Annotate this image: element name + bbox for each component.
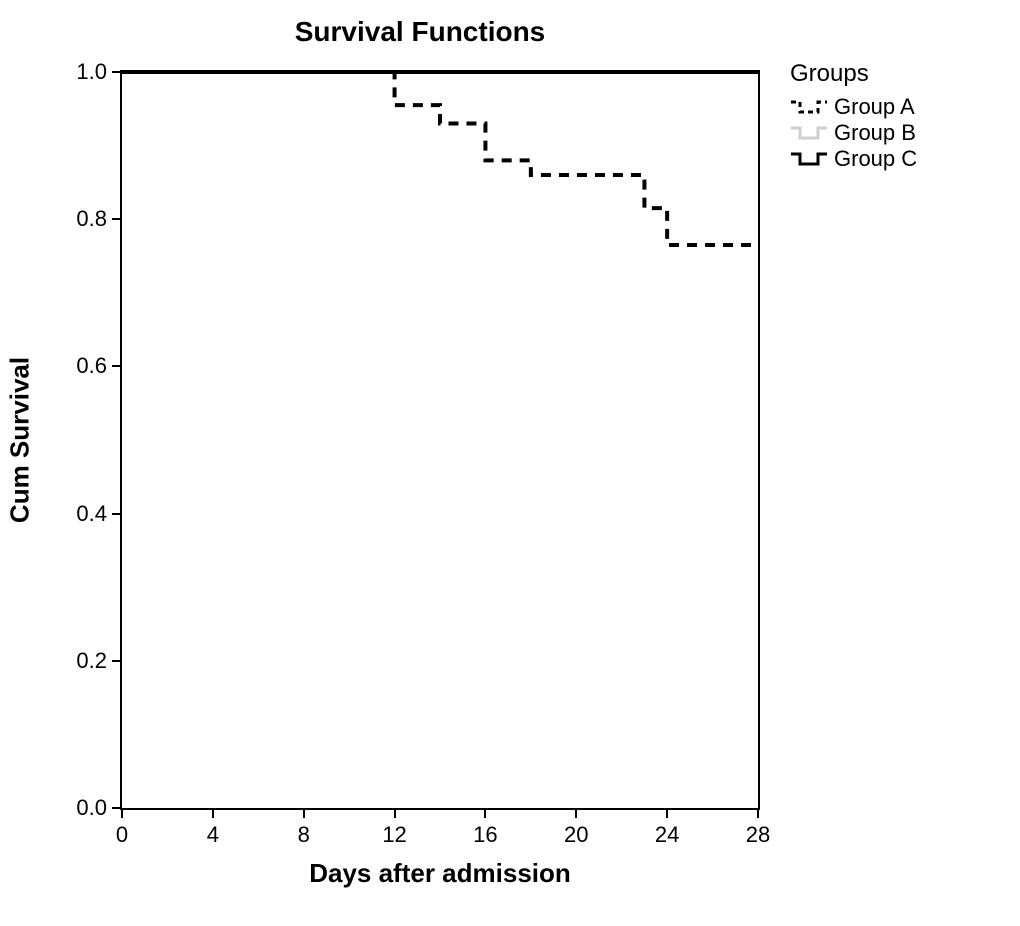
x-tick [394,808,396,818]
legend-label: Group A [834,94,915,120]
plot-svg [122,72,758,808]
x-tick-label: 28 [746,822,770,848]
x-tick-label: 24 [655,822,679,848]
x-tick [212,808,214,818]
y-tick [112,660,122,662]
plot-area: 0.00.20.40.60.81.00481216202428 [120,70,760,810]
legend-label: Group B [834,120,916,146]
y-tick-label: 0.4 [52,501,107,527]
y-tick-label: 0.0 [52,795,107,821]
y-tick-label: 1.0 [52,59,107,85]
x-axis-title: Days after admission [120,858,760,889]
x-tick-label: 8 [298,822,310,848]
legend-label: Group C [834,146,917,172]
x-tick-label: 4 [207,822,219,848]
x-tick [303,808,305,818]
y-tick [112,218,122,220]
x-tick [666,808,668,818]
y-tick-label: 0.8 [52,206,107,232]
legend-title: Groups [790,60,917,88]
legend: Groups Group A Group B Group C [790,60,917,172]
y-tick [112,513,122,515]
y-axis-title: Cum Survival [5,357,36,523]
legend-sample-dashed-icon [790,98,828,116]
legend-sample-gray-icon [790,124,828,142]
x-tick-label: 12 [382,822,406,848]
x-tick [757,808,759,818]
legend-entry-group-b: Group B [790,120,917,146]
y-tick [112,71,122,73]
x-tick [484,808,486,818]
legend-sample-solid-icon [790,150,828,168]
y-tick-label: 0.2 [52,648,107,674]
x-tick [575,808,577,818]
x-tick-label: 20 [564,822,588,848]
y-tick-label: 0.6 [52,353,107,379]
chart-container: Survival Functions Cum Survival 0.00.20.… [0,0,1020,926]
legend-entry-group-a: Group A [790,94,917,120]
series-group-a [122,72,758,245]
x-tick-label: 16 [473,822,497,848]
chart-title: Survival Functions [0,16,840,48]
x-tick-label: 0 [116,822,128,848]
legend-entry-group-c: Group C [790,146,917,172]
y-tick [112,365,122,367]
x-tick [121,808,123,818]
